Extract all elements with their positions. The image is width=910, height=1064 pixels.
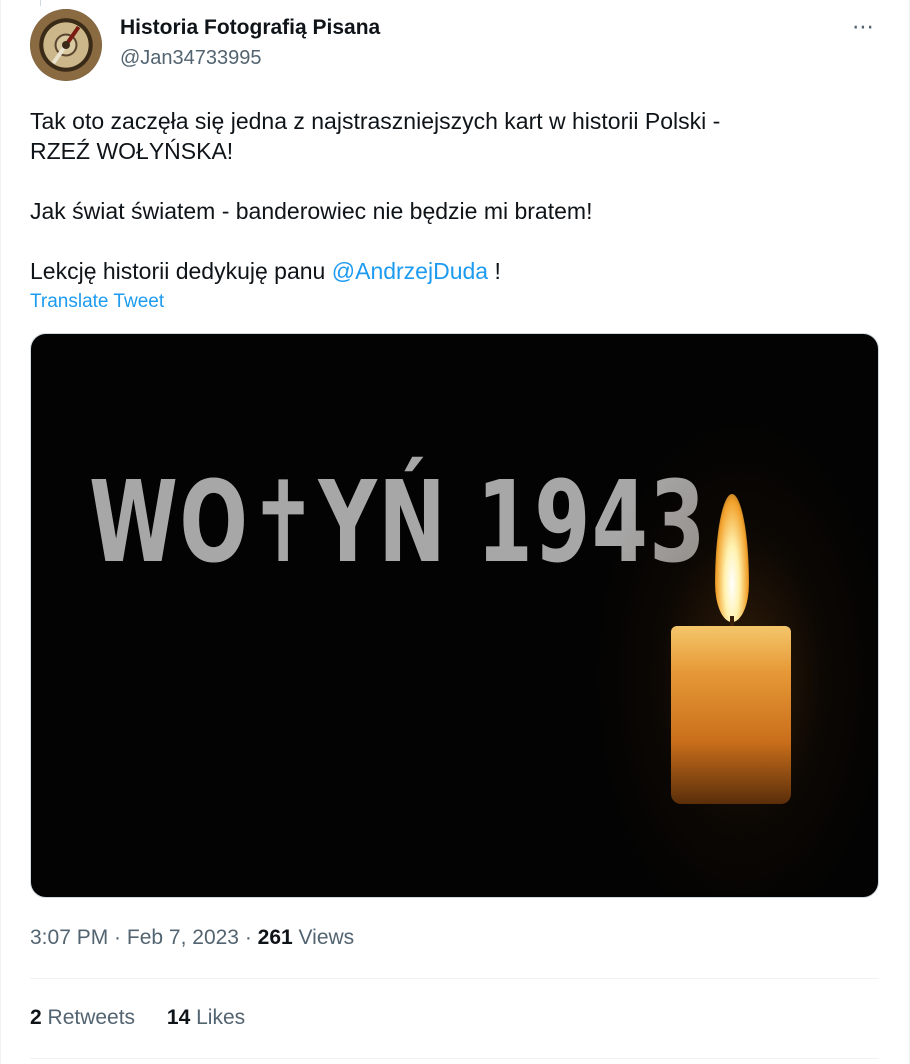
views-label: Views [292,926,355,949]
avatar[interactable] [30,9,102,81]
tweet-line: Lekcję historii dedykuję panu @AndrzejDu… [30,258,501,284]
left-border [0,0,1,1064]
tweet-line: Jak świat światem - banderowiec nie będz… [30,198,593,224]
tweet-line: Tak oto zaczęła się jedna z najstrasznie… [30,108,721,134]
likes-link[interactable]: 14 Likes [167,1006,245,1029]
tweet-line: RZEŹ WOŁYŃSKA! [30,138,234,164]
divider [30,1058,879,1059]
candle-icon [671,626,791,804]
tweet-date[interactable]: Feb 7, 2023 [127,926,239,949]
tweet-stats: 2 Retweets 14 Likes [30,1006,271,1030]
translate-tweet-link[interactable]: Translate Tweet [30,291,164,313]
tweet-time[interactable]: 3:07 PM [30,926,108,949]
author-handle[interactable]: @Jan34733995 [120,47,262,70]
tweet-image[interactable]: WO✝YŃ 1943 [30,333,879,898]
more-options-icon[interactable]: ⋯ [852,14,875,40]
tweet-meta: 3:07 PM · Feb 7, 2023 · 261 Views [30,926,355,949]
tweet-text: Tak oto zaczęła się jedna z najstrasznie… [30,106,870,286]
author-display-name[interactable]: Historia Fotografią Pisana [120,16,380,40]
mention-link[interactable]: @AndrzejDuda [332,258,488,284]
retweets-link[interactable]: 2 Retweets [30,1006,135,1029]
thread-connector [40,0,41,6]
divider [30,978,879,979]
views-count: 261 [257,926,293,949]
